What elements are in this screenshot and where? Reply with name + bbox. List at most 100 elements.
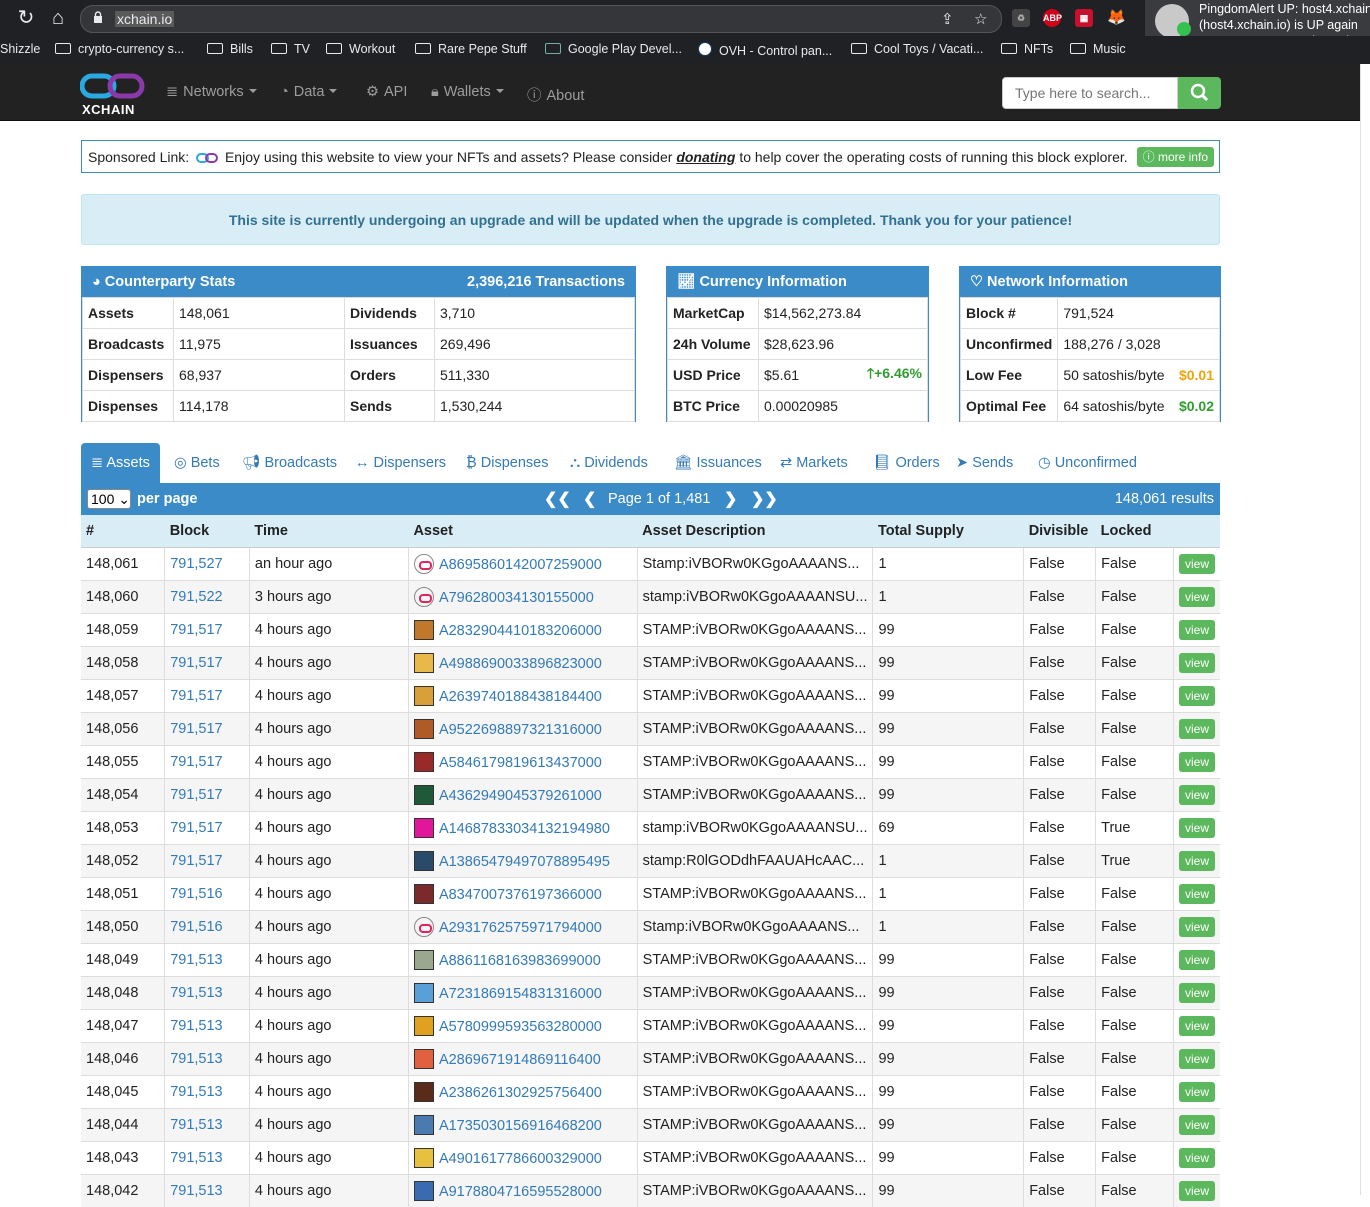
nav-about[interactable]: ⓘAbout <box>527 84 584 105</box>
tab-assets[interactable]: ≣ Assets <box>81 443 160 483</box>
asset-link[interactable]: A4988690033896823000 <box>439 656 602 672</box>
home-icon[interactable]: ⌂ <box>46 6 70 30</box>
asset-link[interactable]: A796280034130155000 <box>439 590 594 606</box>
tab-orders[interactable]: 📘︎ Orders <box>873 443 940 483</box>
metamask-icon[interactable]: 🦊 <box>1107 9 1125 27</box>
block-link[interactable]: 791,527 <box>165 548 250 581</box>
asset-link[interactable]: A7231869154831316000 <box>439 986 602 1002</box>
search-button[interactable] <box>1178 77 1221 109</box>
col-time[interactable]: Time <box>249 515 408 548</box>
col-locked[interactable]: Locked <box>1096 515 1174 548</box>
asset-link[interactable]: A2639740188438184400 <box>439 689 602 705</box>
view-button[interactable]: view <box>1179 554 1215 574</box>
block-link[interactable]: 791,517 <box>165 845 250 878</box>
search-input[interactable] <box>1002 77 1178 109</box>
view-button[interactable]: view <box>1179 653 1215 673</box>
tab-markets[interactable]: ⇄ Markets <box>780 443 848 483</box>
view-button[interactable]: view <box>1179 818 1215 838</box>
tab-dispenses[interactable]: ₿ Dispenses <box>466 443 548 483</box>
col-number[interactable]: # <box>81 515 165 548</box>
block-link[interactable]: 791,517 <box>165 680 250 713</box>
block-link[interactable]: 791,513 <box>165 977 250 1010</box>
bookmark-star-icon[interactable]: ☆ <box>974 10 987 28</box>
nav-networks[interactable]: ≣Networks <box>166 84 257 100</box>
view-button[interactable]: view <box>1179 620 1215 640</box>
asset-link[interactable]: A8861168163983699000 <box>439 953 601 969</box>
view-button[interactable]: view <box>1179 1082 1215 1102</box>
tab-sends[interactable]: ➤ Sends <box>956 443 1013 483</box>
block-link[interactable]: 791,513 <box>165 1175 250 1207</box>
block-link[interactable]: 791,517 <box>165 647 250 680</box>
bookmark-item[interactable]: Google Play Devel... <box>545 42 682 56</box>
col-total-supply[interactable]: Total Supply <box>873 515 1024 548</box>
block-link[interactable]: 791,516 <box>165 878 250 911</box>
asset-link[interactable]: A2832904410183206000 <box>439 623 602 639</box>
block-link[interactable]: 791,516 <box>165 911 250 944</box>
last-page-icon[interactable]: ❯❯ <box>751 489 778 509</box>
first-page-icon[interactable]: ❮❮ <box>544 489 571 509</box>
asset-link[interactable]: A14687833034132194980 <box>439 821 610 837</box>
prev-page-icon[interactable]: ❮ <box>583 489 596 509</box>
asset-link[interactable]: A13865479497078895495 <box>439 854 610 870</box>
asset-link[interactable]: A8695860142007259000 <box>439 557 602 573</box>
block-link[interactable]: 791,517 <box>165 746 250 779</box>
view-button[interactable]: view <box>1179 686 1215 706</box>
view-button[interactable]: view <box>1179 752 1215 772</box>
adblock-icon[interactable]: ABP <box>1043 9 1061 27</box>
block-link[interactable]: 791,522 <box>165 581 250 614</box>
view-button[interactable]: view <box>1179 1181 1215 1201</box>
view-button[interactable]: view <box>1179 587 1215 607</box>
asset-link[interactable]: A9178804716595528000 <box>439 1184 602 1200</box>
xchain-logo[interactable]: XCHAIN <box>80 72 150 116</box>
tab-bets[interactable]: ◎ Bets <box>174 443 220 483</box>
tab-broadcasts[interactable]: 📢︎ Broadcasts <box>242 443 337 483</box>
block-link[interactable]: 791,513 <box>165 1043 250 1076</box>
bookmark-item[interactable]: crypto-currency s... <box>55 42 184 56</box>
bookmark-item[interactable]: OVH - Control pan... <box>698 42 832 58</box>
view-button[interactable]: view <box>1179 950 1215 970</box>
extension-recycle-icon[interactable]: ♻ <box>1012 9 1030 27</box>
view-button[interactable]: view <box>1179 983 1215 1003</box>
bookmark-item[interactable]: Cool Toys / Vacati... <box>851 42 983 56</box>
view-button[interactable]: view <box>1179 785 1215 805</box>
bookmark-item[interactable]: NFTs <box>1001 42 1053 56</box>
bookmark-item[interactable]: Rare Pepe Stuff <box>415 42 527 56</box>
view-button[interactable]: view <box>1179 851 1215 871</box>
bookmark-item[interactable]: Bills <box>207 42 253 56</box>
block-link[interactable]: 791,513 <box>165 1109 250 1142</box>
bookmark-item[interactable]: Shizzle <box>0 42 40 56</box>
view-button[interactable]: view <box>1179 884 1215 904</box>
asset-link[interactable]: A8347007376197366000 <box>439 887 602 903</box>
view-button[interactable]: view <box>1179 1016 1215 1036</box>
view-button[interactable]: view <box>1179 1115 1215 1135</box>
asset-link[interactable]: A5780999593563280000 <box>439 1019 602 1035</box>
bookmark-item[interactable]: TV <box>271 42 310 56</box>
block-link[interactable]: 791,513 <box>165 1010 250 1043</box>
asset-link[interactable]: A2869671914869116400 <box>439 1052 601 1068</box>
block-link[interactable]: 791,517 <box>165 614 250 647</box>
nav-api[interactable]: ⚙API <box>366 84 407 100</box>
asset-link[interactable]: A5846179819613437000 <box>439 755 602 771</box>
block-link[interactable]: 791,513 <box>165 1076 250 1109</box>
col-block[interactable]: Block <box>165 515 250 548</box>
tab-dispensers[interactable]: ↔ Dispensers <box>355 443 446 483</box>
block-link[interactable]: 791,517 <box>165 779 250 812</box>
nav-wallets[interactable]: 🔒︎Wallets <box>431 84 504 100</box>
block-link[interactable]: 791,517 <box>165 812 250 845</box>
bookmark-item[interactable]: Music <box>1070 42 1126 56</box>
view-button[interactable]: view <box>1179 1049 1215 1069</box>
extension-calendar-icon[interactable]: ▦ <box>1075 9 1093 27</box>
more-info-button[interactable]: ⓘ more info <box>1137 147 1214 167</box>
block-link[interactable]: 791,513 <box>165 1142 250 1175</box>
col-divisible[interactable]: Divisible <box>1024 515 1096 548</box>
nav-data[interactable]: ◔Data <box>280 84 337 100</box>
per-page-select[interactable]: 100 ⌄ <box>87 489 131 509</box>
col-description[interactable]: Asset Description <box>637 515 873 548</box>
view-button[interactable]: view <box>1179 719 1215 739</box>
tab-dividends[interactable]: ⛬ Dividends <box>570 443 648 483</box>
asset-link[interactable]: A2931762575971794000 <box>439 920 602 936</box>
tab-issuances[interactable]: 🏛︎ Issuances <box>674 443 762 483</box>
address-bar[interactable]: xchain.io ⇪ ☆ <box>80 5 1002 33</box>
scrollbar[interactable] <box>1360 64 1370 1195</box>
asset-link[interactable]: A1735030156916468200 <box>439 1118 602 1134</box>
